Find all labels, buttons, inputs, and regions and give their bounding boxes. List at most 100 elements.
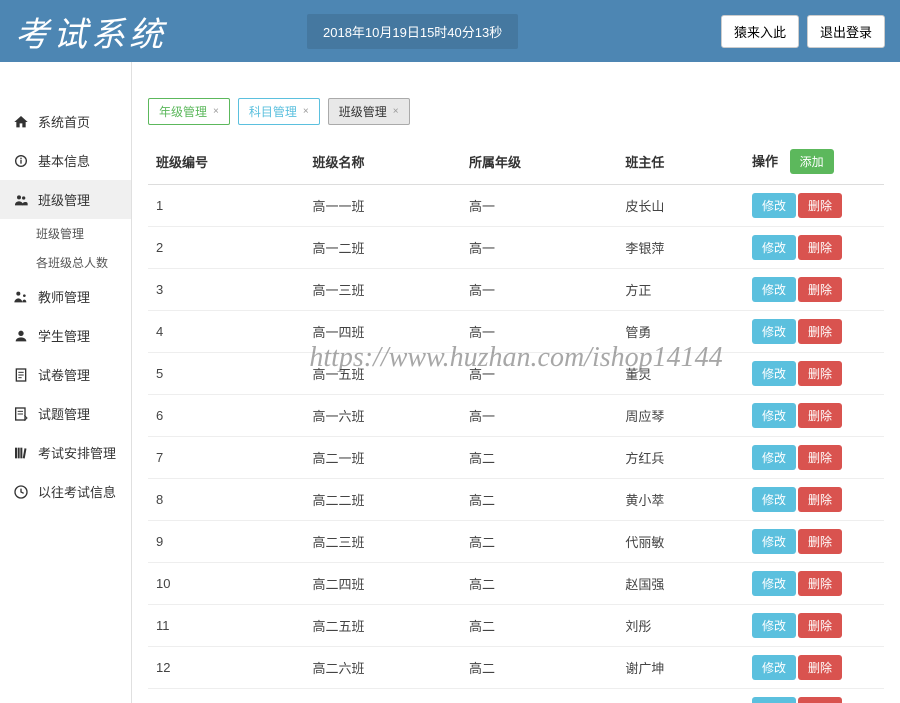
sidebar-item-label: 基本信息	[38, 151, 90, 170]
history-icon	[12, 483, 30, 501]
submenu-item[interactable]: 班级管理	[36, 219, 131, 248]
tab-label: 班级管理	[339, 103, 387, 120]
edit-button[interactable]: 修改	[752, 529, 796, 554]
edit-button[interactable]: 修改	[752, 235, 796, 260]
sidebar-item-info[interactable]: 基本信息	[0, 141, 131, 180]
sidebar-item-books[interactable]: 考试安排管理	[0, 433, 131, 472]
cell-name: 高一二班	[304, 227, 460, 269]
edit-button[interactable]: 修改	[752, 571, 796, 596]
table-row: 11高二五班高二刘彤修改删除	[148, 605, 884, 647]
cell-grade: 高一	[461, 395, 617, 437]
add-button[interactable]: 添加	[790, 149, 834, 174]
delete-button[interactable]: 删除	[798, 613, 842, 638]
cell-ops: 修改删除	[744, 353, 884, 395]
app-logo: 考试系统	[15, 7, 167, 56]
logout-button[interactable]: 退出登录	[807, 15, 885, 48]
table-row: 12高二六班高二谢广坤修改删除	[148, 647, 884, 689]
users-icon	[12, 191, 30, 209]
sidebar: 系统首页基本信息班级管理班级管理各班级总人数教师管理学生管理试卷管理试题管理考试…	[0, 62, 132, 703]
tab[interactable]: 年级管理×	[148, 98, 230, 125]
close-icon[interactable]: ×	[303, 106, 309, 117]
edit-button[interactable]: 修改	[752, 487, 796, 512]
delete-button[interactable]: 删除	[798, 403, 842, 428]
cell-name: 高二六班	[304, 647, 460, 689]
sidebar-item-question[interactable]: 试题管理	[0, 394, 131, 433]
sidebar-item-label: 考试安排管理	[38, 443, 116, 462]
delete-button[interactable]: 删除	[798, 193, 842, 218]
delete-button[interactable]: 删除	[798, 319, 842, 344]
table-row: 10高二四班高二赵国强修改删除	[148, 563, 884, 605]
cell-id: 8	[148, 479, 304, 521]
delete-button[interactable]: 删除	[798, 487, 842, 512]
cell-ops: 修改删除	[744, 437, 884, 479]
cell-grade: 高一	[461, 269, 617, 311]
books-icon	[12, 444, 30, 462]
edit-button[interactable]: 修改	[752, 697, 796, 703]
table-row: 6高一六班高一周应琴修改删除	[148, 395, 884, 437]
edit-button[interactable]: 修改	[752, 613, 796, 638]
teacher-icon	[12, 288, 30, 306]
delete-button[interactable]: 删除	[798, 571, 842, 596]
cell-teacher: 董灵	[617, 353, 744, 395]
th-teacher: 班主任	[617, 139, 744, 185]
table-row: 4高一四班高一管勇修改删除	[148, 311, 884, 353]
cell-grade: 高三	[461, 689, 617, 703]
cell-grade: 高一	[461, 227, 617, 269]
ops-label: 操作	[752, 154, 778, 169]
cell-ops: 修改删除	[744, 227, 884, 269]
cell-grade: 高二	[461, 521, 617, 563]
delete-button[interactable]: 删除	[798, 529, 842, 554]
cell-teacher: 刘彤	[617, 605, 744, 647]
sidebar-item-label: 系统首页	[38, 112, 90, 131]
delete-button[interactable]: 删除	[798, 697, 842, 703]
sidebar-item-student[interactable]: 学生管理	[0, 316, 131, 355]
close-icon[interactable]: ×	[393, 106, 399, 117]
cell-id: 13	[148, 689, 304, 703]
cell-name: 高一三班	[304, 269, 460, 311]
sidebar-item-teacher[interactable]: 教师管理	[0, 277, 131, 316]
delete-button[interactable]: 删除	[798, 277, 842, 302]
th-name: 班级名称	[304, 139, 460, 185]
cell-teacher: 赵国强	[617, 563, 744, 605]
cell-id: 7	[148, 437, 304, 479]
delete-button[interactable]: 删除	[798, 445, 842, 470]
edit-button[interactable]: 修改	[752, 655, 796, 680]
cell-name: 高二二班	[304, 479, 460, 521]
sidebar-item-home[interactable]: 系统首页	[0, 102, 131, 141]
edit-button[interactable]: 修改	[752, 403, 796, 428]
delete-button[interactable]: 删除	[798, 361, 842, 386]
header: 考试系统 2018年10月19日15时40分13秒 猿来入此 退出登录	[0, 0, 900, 62]
cell-grade: 高二	[461, 437, 617, 479]
edit-button[interactable]: 修改	[752, 361, 796, 386]
sidebar-item-history[interactable]: 以往考试信息	[0, 472, 131, 511]
sidebar-item-paper[interactable]: 试卷管理	[0, 355, 131, 394]
sidebar-item-label: 教师管理	[38, 287, 90, 306]
source-button[interactable]: 猿来入此	[721, 15, 799, 48]
cell-name: 高一五班	[304, 353, 460, 395]
tab[interactable]: 科目管理×	[238, 98, 320, 125]
edit-button[interactable]: 修改	[752, 277, 796, 302]
cell-teacher: 管勇	[617, 311, 744, 353]
cell-grade: 高二	[461, 563, 617, 605]
cell-ops: 修改删除	[744, 311, 884, 353]
edit-button[interactable]: 修改	[752, 193, 796, 218]
cell-name: 高一一班	[304, 185, 460, 227]
table-row: 9高二三班高二代丽敏修改删除	[148, 521, 884, 563]
th-ops: 操作 添加	[744, 139, 884, 185]
sidebar-item-users[interactable]: 班级管理	[0, 180, 131, 219]
tab-bar: 年级管理× 科目管理× 班级管理 ×	[148, 98, 884, 125]
close-icon[interactable]: ×	[213, 106, 219, 117]
cell-id: 2	[148, 227, 304, 269]
tab[interactable]: 班级管理 ×	[328, 98, 410, 125]
info-icon	[12, 152, 30, 170]
submenu-item[interactable]: 各班级总人数	[36, 248, 131, 277]
delete-button[interactable]: 删除	[798, 235, 842, 260]
edit-button[interactable]: 修改	[752, 445, 796, 470]
table-row: 3高一三班高一方正修改删除	[148, 269, 884, 311]
edit-button[interactable]: 修改	[752, 319, 796, 344]
delete-button[interactable]: 删除	[798, 655, 842, 680]
cell-name: 高一六班	[304, 395, 460, 437]
th-id: 班级编号	[148, 139, 304, 185]
cell-teacher: 方红兵	[617, 437, 744, 479]
cell-teacher: 李银萍	[617, 227, 744, 269]
